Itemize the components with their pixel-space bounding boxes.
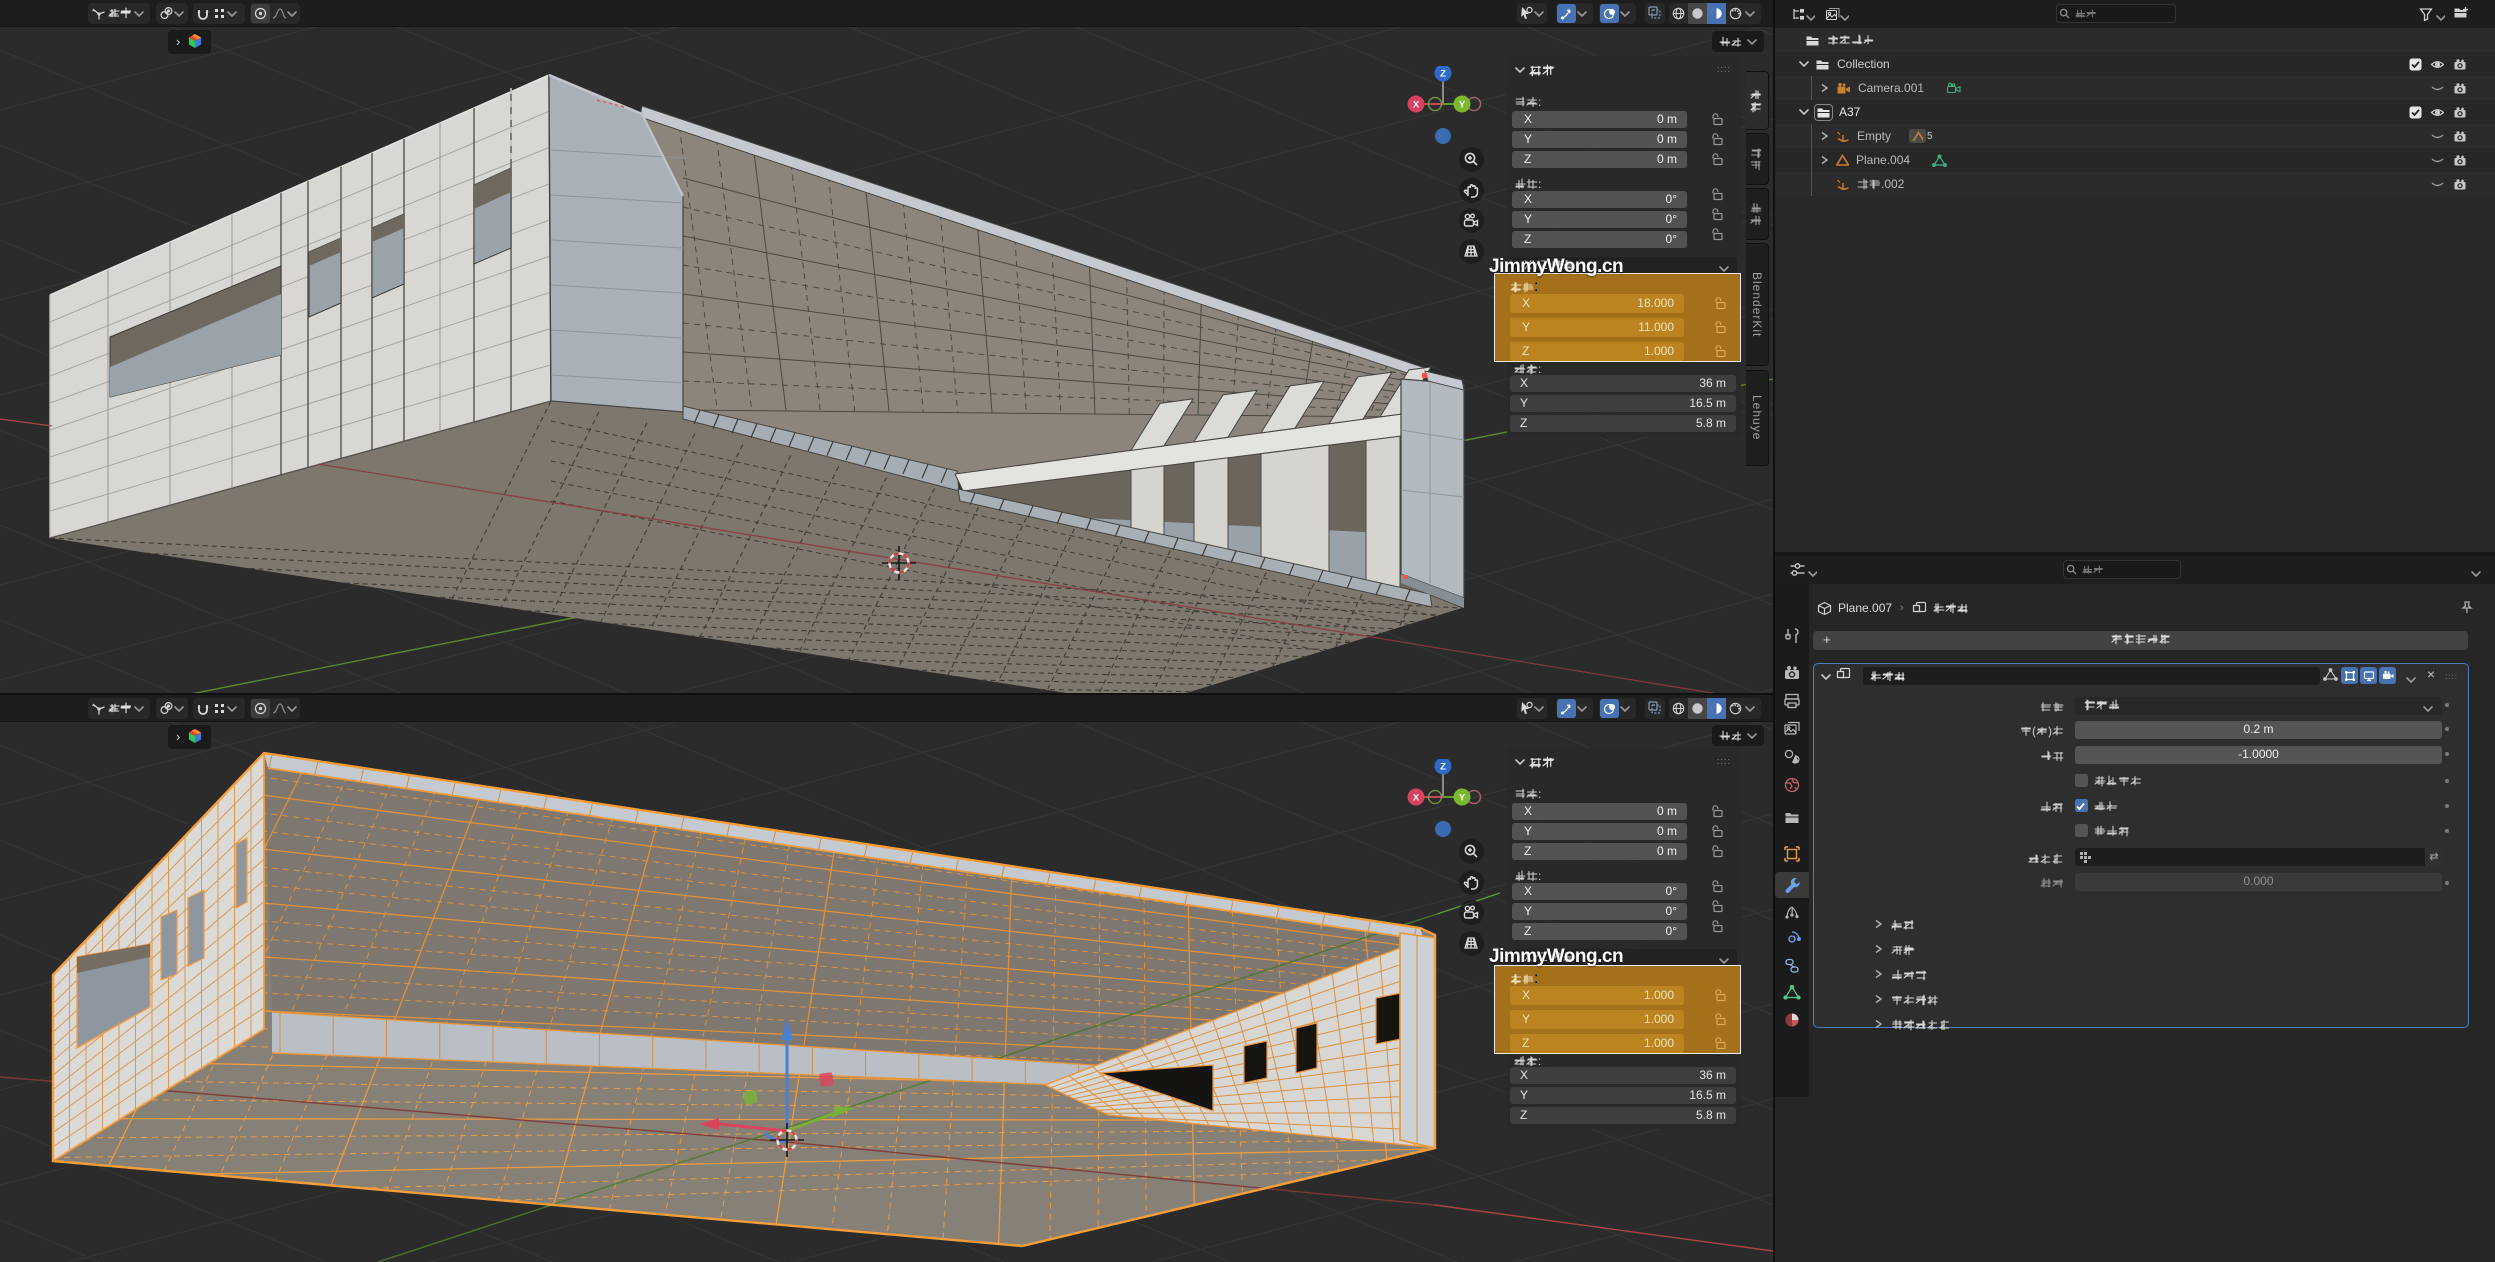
svg-text:Y: Y: [1459, 99, 1466, 110]
svg-text:X: X: [1413, 99, 1420, 110]
svg-text:Y: Y: [1459, 792, 1466, 803]
svg-text:Z: Z: [1440, 68, 1446, 79]
svg-text:X: X: [1413, 792, 1420, 803]
svg-text:Z: Z: [1440, 761, 1446, 772]
